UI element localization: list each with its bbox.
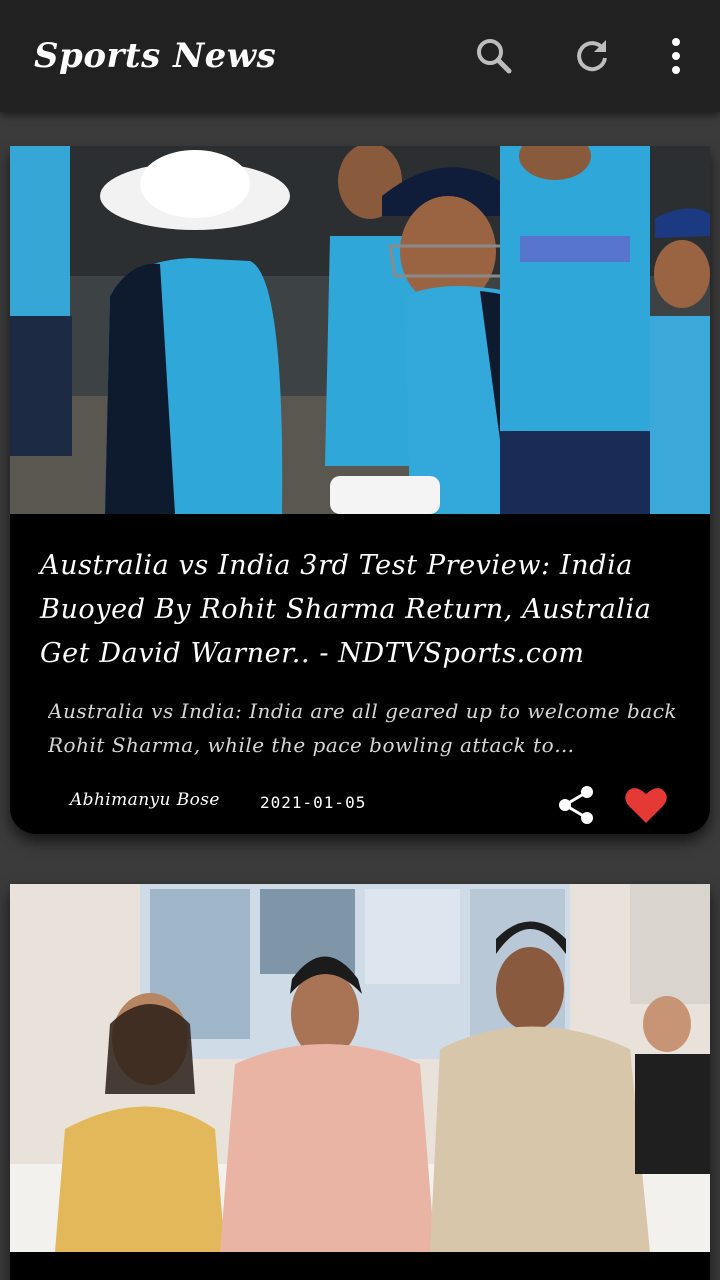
like-button[interactable] — [622, 782, 670, 828]
refresh-icon — [577, 40, 607, 72]
app-title: Sports News — [34, 36, 277, 76]
share-button[interactable] — [554, 782, 598, 828]
heart-icon — [625, 788, 667, 823]
news-card[interactable] — [10, 884, 710, 1280]
article-author: Abhimanyu Bose — [70, 790, 220, 810]
share-icon — [559, 786, 593, 824]
more-vert-icon — [672, 38, 680, 74]
article-image — [10, 146, 710, 514]
article-image — [10, 884, 710, 1252]
refresh-button[interactable] — [568, 30, 616, 82]
article-title[interactable]: Australia vs India 3rd Test Preview: Ind… — [40, 544, 680, 676]
news-feed[interactable]: Australia vs India 3rd Test Preview: Ind… — [0, 112, 720, 1280]
search-icon — [477, 39, 512, 74]
article-date: 2021-01-05 — [260, 793, 367, 812]
more-options-button[interactable] — [652, 30, 700, 82]
news-card[interactable]: Australia vs India 3rd Test Preview: Ind… — [10, 146, 710, 834]
app-bar: Sports News — [0, 0, 720, 112]
search-button[interactable] — [470, 30, 518, 82]
article-description: Australia vs India: India are all geared… — [48, 699, 678, 757]
